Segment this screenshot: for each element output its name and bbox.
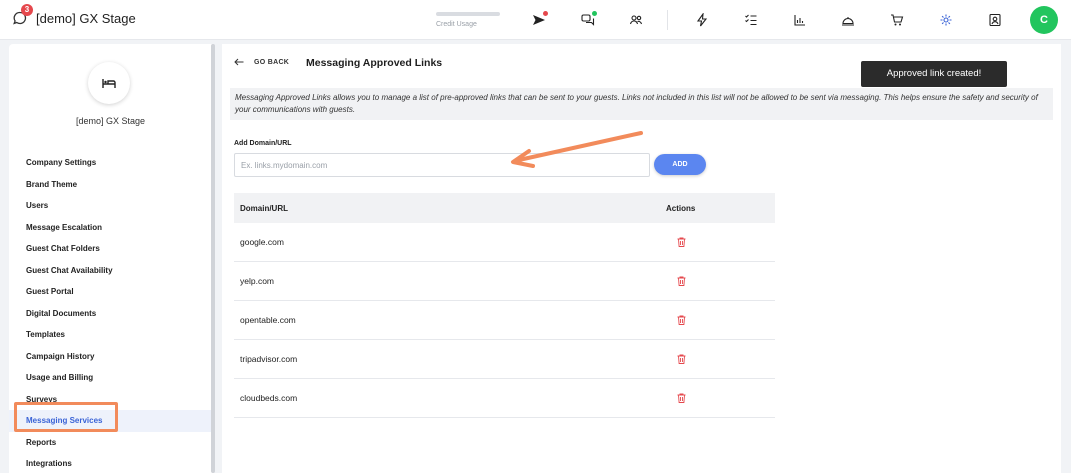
chat-bubbles-icon[interactable] [580, 11, 597, 28]
sidebar-item-digital-documents[interactable]: Digital Documents [9, 303, 212, 325]
table-row: yelp.com [234, 262, 775, 301]
sidebar-item-guest-chat-availability[interactable]: Guest Chat Availability [9, 260, 212, 282]
domain-cell: yelp.com [240, 276, 275, 286]
credit-usage-label: Credit Usage [436, 21, 477, 28]
domain-cell: opentable.com [240, 315, 296, 325]
sidebar-item-users[interactable]: Users [9, 195, 212, 217]
annotation-highlight-box [14, 402, 118, 432]
online-dot [592, 11, 597, 16]
notification-badge: 3 [21, 4, 33, 16]
avatar[interactable]: C [1030, 6, 1058, 34]
sidebar-item-brand-theme[interactable]: Brand Theme [9, 174, 212, 196]
lightning-icon[interactable] [694, 12, 710, 28]
sidebar-item-message-escalation[interactable]: Message Escalation [9, 217, 212, 239]
chat-logo-icon: 3 [12, 4, 33, 26]
contact-badge-icon[interactable] [987, 12, 1003, 28]
add-button[interactable]: ADD [654, 154, 706, 175]
checklist-icon[interactable] [743, 12, 759, 28]
domain-cell: tripadvisor.com [240, 354, 298, 364]
unread-dot [543, 11, 548, 16]
trash-icon[interactable] [677, 237, 686, 247]
annotation-arrow-icon [511, 131, 643, 168]
table-header: Domain/URL Actions [234, 193, 775, 223]
trash-icon[interactable] [677, 393, 686, 403]
sidebar-item-integrations[interactable]: Integrations [9, 453, 212, 473]
trash-icon[interactable] [677, 315, 686, 325]
trash-icon[interactable] [677, 276, 686, 286]
divider [667, 10, 668, 30]
column-header-actions: Actions [666, 203, 696, 213]
bar-chart-icon[interactable] [792, 12, 808, 28]
send-icon[interactable] [531, 11, 548, 28]
domain-cell: google.com [240, 237, 284, 247]
users-icon[interactable] [628, 12, 644, 28]
brand-name: [demo] GX Stage [36, 10, 136, 26]
credit-usage: Credit Usage [436, 12, 500, 28]
add-domain-label: Add Domain/URL [234, 140, 292, 147]
go-back-label: GO BACK [254, 58, 290, 66]
brand[interactable]: 3 [demo] GX Stage [12, 4, 136, 26]
info-notice: Messaging Approved Links allows you to m… [230, 88, 1053, 120]
sidebar-item-templates[interactable]: Templates [9, 324, 212, 346]
sidebar-item-company-settings[interactable]: Company Settings [9, 152, 212, 174]
table-row: cloudbeds.com [234, 379, 775, 418]
sidebar-item-guest-chat-folders[interactable]: Guest Chat Folders [9, 238, 212, 260]
toast-message: Approved link created! [861, 61, 1007, 87]
domain-cell: cloudbeds.com [240, 393, 298, 403]
room-service-icon[interactable] [840, 12, 856, 28]
top-bar: 3 [demo] GX Stage Credit Usage C [0, 0, 1071, 40]
sidebar-item-reports[interactable]: Reports [9, 432, 212, 454]
sidebar-item-guest-portal[interactable]: Guest Portal [9, 281, 212, 303]
bed-icon[interactable] [88, 62, 130, 104]
go-back-button[interactable]: GO BACK [234, 58, 289, 66]
table-row: google.com [234, 223, 775, 262]
cart-icon[interactable] [889, 12, 905, 28]
property-name: [demo] GX Stage [75, 116, 146, 126]
arrow-left-icon [234, 58, 244, 66]
table-row: tripadvisor.com [234, 340, 775, 379]
gear-icon[interactable] [938, 12, 954, 28]
approved-links-table: Domain/URL Actions google.com yelp.com o… [234, 193, 775, 418]
table-row: opentable.com [234, 301, 775, 340]
column-header-domain: Domain/URL [240, 203, 288, 213]
page-title: Messaging Approved Links [306, 57, 443, 69]
sidebar-item-campaign-history[interactable]: Campaign History [9, 346, 212, 368]
credit-usage-bar [436, 12, 500, 16]
main-content: GO BACK Messaging Approved Links Approve… [222, 44, 1061, 473]
sidebar-item-usage-and-billing[interactable]: Usage and Billing [9, 367, 212, 389]
sidebar-scrollbar[interactable] [211, 44, 215, 473]
trash-icon[interactable] [677, 354, 686, 364]
